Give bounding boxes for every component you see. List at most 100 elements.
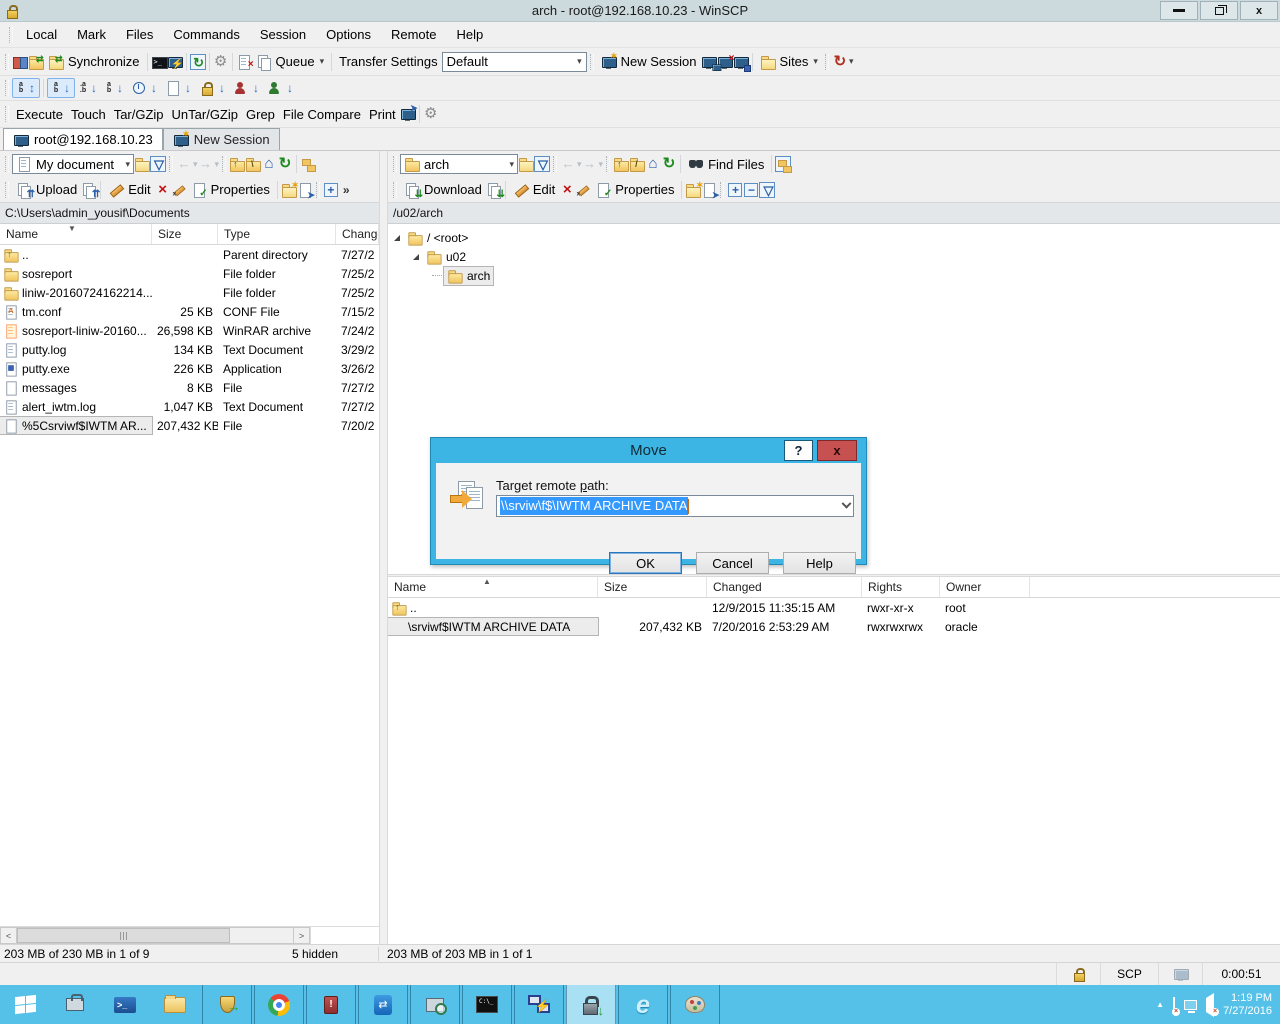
target-path-input[interactable]: \\srviw\f$\IWTM ARCHIVE DATA <box>496 495 854 517</box>
rename-icon[interactable]: x <box>172 183 185 196</box>
reduce-selection-icon[interactable] <box>743 182 759 198</box>
combo-dropdown-icon[interactable] <box>842 498 852 508</box>
chevron-down-icon[interactable]: ▾ <box>849 56 854 67</box>
scroll-right-arrow[interactable]: > <box>293 927 310 944</box>
taskbar-clock[interactable]: 1:19 PM 7/27/2016 <box>1223 992 1272 1018</box>
sites-button[interactable]: Sites ▾ <box>756 52 822 72</box>
delete-icon[interactable]: × <box>155 182 171 198</box>
filter-icon[interactable]: ▽ <box>534 156 550 172</box>
menu-remote[interactable]: Remote <box>381 22 447 47</box>
refresh-icon[interactable]: ↻ <box>277 156 293 172</box>
menu-commands[interactable]: Commands <box>163 22 249 47</box>
scroll-left-arrow[interactable]: < <box>0 927 17 944</box>
compare-directories-icon[interactable] <box>12 54 28 70</box>
remote-path-bar[interactable]: /u02/arch <box>388 202 1280 224</box>
command-tar-gzip[interactable]: Tar/GZip <box>110 105 168 124</box>
panel-splitter[interactable] <box>379 151 388 944</box>
close-button[interactable]: x <box>1240 1 1278 20</box>
column-header-changed[interactable]: Changed <box>707 577 862 597</box>
protocol-status[interactable]: SCP <box>1100 963 1158 985</box>
start-button[interactable] <box>0 985 50 1024</box>
menu-help[interactable]: Help <box>446 22 493 47</box>
expand-selection-icon[interactable] <box>323 182 339 198</box>
dialog-close-button[interactable]: x <box>817 440 857 461</box>
queue-button[interactable]: Queue ▾ <box>252 52 329 72</box>
local-horizontal-scrollbar[interactable]: < > <box>0 926 379 944</box>
table-row[interactable]: messages8 KBFile7/27/2 <box>0 378 379 397</box>
menu-options[interactable]: Options <box>316 22 381 47</box>
tab-session-active[interactable]: root@192.168.10.23 <box>3 128 163 150</box>
menu-mark[interactable]: Mark <box>67 22 116 47</box>
delete-icon[interactable]: × <box>559 182 575 198</box>
edit-button[interactable]: Edit <box>104 180 154 200</box>
chevron-down-icon[interactable]: ▾ <box>215 159 220 170</box>
cancel-button[interactable]: Cancel <box>696 552 769 574</box>
new-directory-icon[interactable]: ✶ <box>281 182 297 198</box>
customize-gear-icon[interactable]: ⚙ <box>423 106 439 122</box>
tree-expander-icon[interactable] <box>394 235 400 241</box>
internet-explorer-button[interactable]: e <box>618 985 668 1024</box>
notes-app-button[interactable]: ! <box>306 985 356 1024</box>
root-directory-icon[interactable]: / <box>629 156 645 172</box>
back-icon[interactable]: ← <box>560 156 576 172</box>
encryption-status[interactable] <box>1056 963 1100 985</box>
network-icon[interactable] <box>1184 1000 1197 1010</box>
menu-local[interactable]: Local <box>16 22 67 47</box>
open-directory-icon[interactable] <box>518 156 534 172</box>
column-header-name[interactable]: Name▲ <box>388 577 598 597</box>
upload-dialog-icon[interactable]: ⇈ <box>81 182 97 198</box>
expand-selection-icon[interactable] <box>727 182 743 198</box>
server-manager-button[interactable] <box>50 985 100 1024</box>
restore-button[interactable] <box>1200 1 1238 20</box>
menu-session[interactable]: Session <box>250 22 316 47</box>
local-drive-selector[interactable]: My document ▾ <box>12 154 134 174</box>
table-row[interactable]: sosreportFile folder7/25/2 <box>0 264 379 283</box>
minimize-button[interactable] <box>1160 1 1198 20</box>
security-update-button[interactable] <box>202 985 252 1024</box>
system-search-button[interactable] <box>410 985 460 1024</box>
preferences-gear-icon[interactable]: ⚙ <box>213 54 229 70</box>
table-row[interactable]: ↑..Parent directory7/27/2 <box>0 245 379 264</box>
forward-icon[interactable]: → <box>198 156 214 172</box>
table-row[interactable]: %5Csrviwf$IWTM AR...207,432 KBFile7/20/2 <box>0 416 379 435</box>
winscp-taskbar-button[interactable]: ↓ <box>566 985 616 1024</box>
tray-expand-icon[interactable]: ▲ <box>1156 1000 1164 1009</box>
refresh-icon[interactable]: ↻ <box>661 156 677 172</box>
transfer-settings-select[interactable]: Default ▾ <box>442 52 587 72</box>
help-button[interactable]: Help <box>783 552 856 574</box>
sort-by-type-button[interactable]: ab↓ <box>101 79 127 97</box>
column-header-size[interactable]: Size <box>152 224 218 244</box>
tree-expander-icon[interactable] <box>413 254 419 260</box>
forward-icon[interactable]: → <box>582 156 598 172</box>
tree-toggle-icon[interactable] <box>775 156 791 172</box>
download-button[interactable]: ⇊ Download <box>400 180 486 200</box>
open-directory-icon[interactable] <box>134 156 150 172</box>
command-print[interactable]: Print <box>365 105 400 124</box>
new-directory-icon[interactable]: ✶ <box>685 182 701 198</box>
refresh-icon[interactable]: ↻ <box>190 54 206 70</box>
home-icon[interactable]: ⌂ <box>645 156 661 172</box>
column-header-rights[interactable]: Rights <box>862 577 940 597</box>
sort-by-extension-button[interactable]: .a.b↓ <box>75 79 101 97</box>
sort-by-changed-button[interactable]: ↓ <box>127 78 161 98</box>
volume-icon[interactable]: × <box>1206 998 1214 1012</box>
file-explorer-button[interactable] <box>150 985 200 1024</box>
root-directory-icon[interactable]: \ <box>245 156 261 172</box>
ok-button[interactable]: OK <box>609 552 682 574</box>
properties-button[interactable]: ✓ Properties <box>187 180 274 200</box>
remote-directory-selector[interactable]: arch ▾ <box>400 154 518 174</box>
putty-button[interactable]: ⚡ <box>514 985 564 1024</box>
find-files-button[interactable]: Find Files <box>684 154 768 174</box>
back-icon[interactable]: ← <box>176 156 192 172</box>
scrollbar-track[interactable] <box>17 927 293 944</box>
table-row[interactable]: ↑..12/9/2015 11:35:15 AMrwxr-xr-xroot <box>388 598 1280 617</box>
sort-by-owner-button[interactable]: ↓ <box>229 78 263 98</box>
scrollbar-thumb[interactable] <box>17 928 230 943</box>
table-row[interactable]: \srviwf$IWTM ARCHIVE DATA207,432 KB7/20/… <box>388 617 1280 636</box>
menu-files[interactable]: Files <box>116 22 163 47</box>
paint-button[interactable] <box>670 985 720 1024</box>
column-header-name[interactable]: Name▼ <box>0 224 152 244</box>
synchronize-button[interactable]: ⇄ Synchronize <box>44 52 144 72</box>
print-target-icon[interactable]: ➤ <box>400 106 416 122</box>
tree-item[interactable]: u02 <box>388 247 1280 266</box>
